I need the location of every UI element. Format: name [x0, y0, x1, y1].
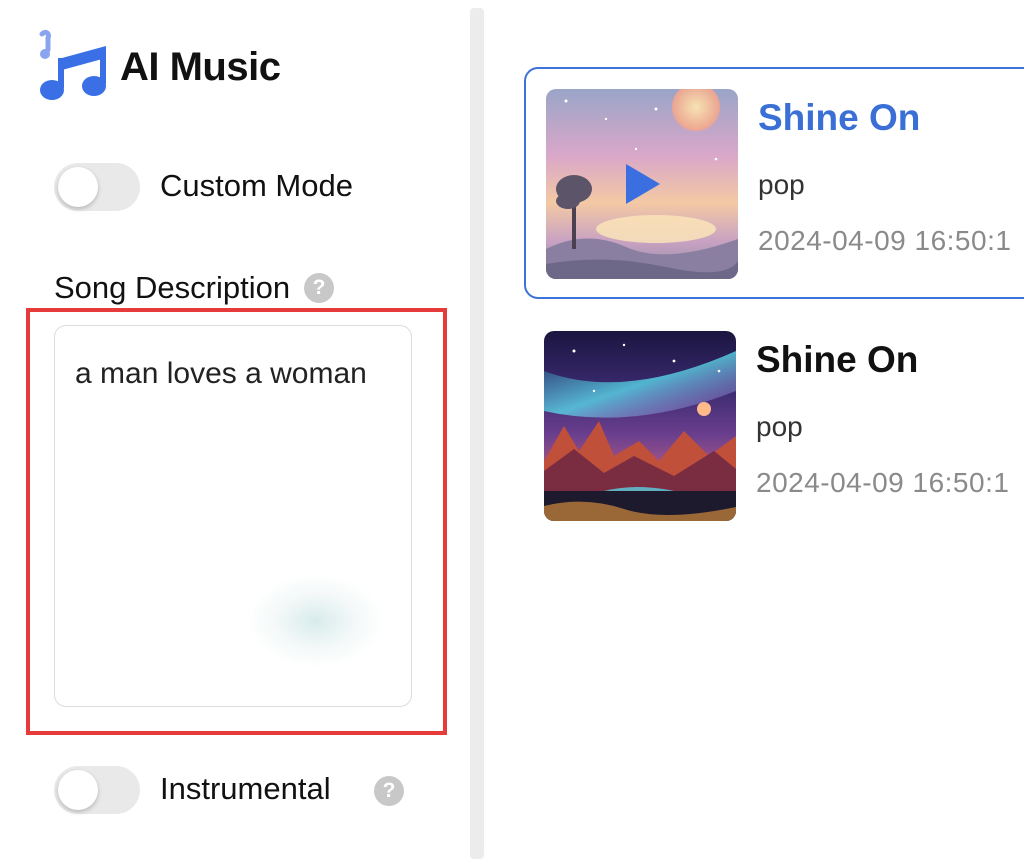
question-icon[interactable]: ?	[374, 776, 404, 806]
song-card[interactable]: Shine On pop 2024-04-09 16:50:1	[524, 311, 1024, 543]
song-date: 2024-04-09 16:50:1	[758, 225, 1012, 256]
song-cover[interactable]	[544, 331, 736, 521]
toggle-knob	[58, 167, 98, 207]
toggle-knob	[58, 770, 98, 810]
song-date: 2024-04-09 16:50:1	[756, 467, 1010, 498]
app-logo: AI Music	[34, 28, 281, 106]
song-cover[interactable]	[546, 89, 738, 279]
song-card[interactable]: Shine On pop 2024-04-09 16:50:1	[524, 67, 1024, 299]
sidebar: AI Music Custom Mode Song Description ? …	[0, 0, 470, 859]
instrumental-label: Instrumental	[160, 771, 331, 806]
song-title[interactable]: Shine On	[756, 339, 918, 381]
panel-divider[interactable]	[470, 8, 484, 859]
play-icon[interactable]	[626, 164, 660, 204]
app-title: AI Music	[120, 44, 281, 89]
blur-overlay	[251, 576, 381, 666]
custom-mode-toggle[interactable]	[54, 163, 140, 211]
song-genre: pop	[756, 411, 803, 442]
instrumental-toggle[interactable]	[54, 766, 140, 814]
song-genre: pop	[758, 169, 805, 200]
music-note-icon	[34, 28, 110, 106]
custom-mode-label: Custom Mode	[160, 168, 353, 203]
song-title[interactable]: Shine On	[758, 97, 920, 139]
song-description-heading: Song Description ?	[54, 270, 335, 306]
song-description-input[interactable]: a man loves a woman	[54, 325, 412, 707]
question-icon[interactable]: ?	[304, 273, 335, 303]
song-description-label: Song Description	[54, 270, 291, 305]
song-description-value: a man loves a woman	[75, 357, 367, 390]
